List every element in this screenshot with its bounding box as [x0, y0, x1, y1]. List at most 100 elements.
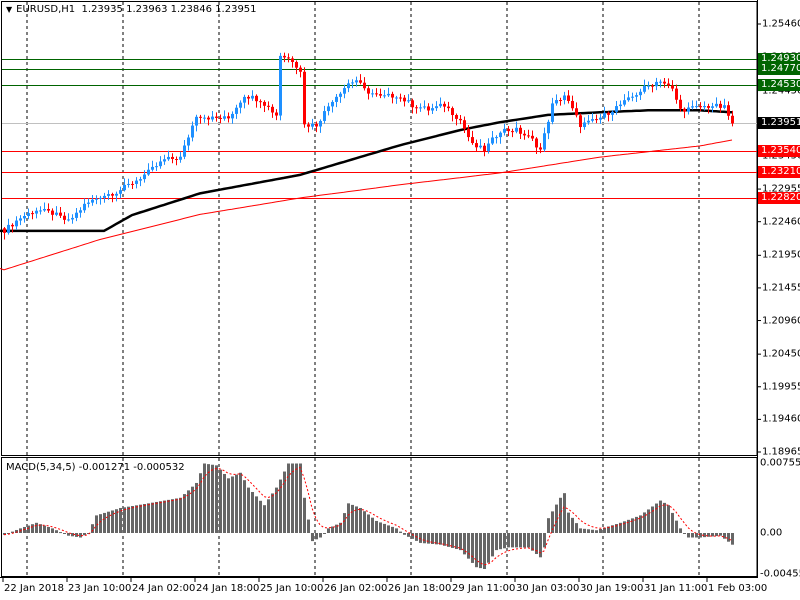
- time-axis-label: 1 Feb 03:00: [708, 583, 768, 594]
- macd-histogram-bar: [591, 529, 594, 533]
- dropdown-arrow-icon[interactable]: ▼: [6, 5, 12, 14]
- candle-bear: [667, 83, 670, 86]
- candle-bear: [31, 213, 34, 215]
- macd-histogram-bar: [103, 512, 106, 533]
- candle-bear: [535, 138, 538, 148]
- candle-bear: [571, 100, 574, 109]
- candle-bull: [279, 55, 282, 116]
- macd-histogram-bar: [519, 533, 522, 548]
- candle-bull: [211, 116, 214, 120]
- candle-bear: [411, 100, 414, 108]
- macd-histogram-bar: [155, 501, 158, 533]
- time-axis-label: 24 Jan 02:00: [132, 583, 196, 594]
- candle-bull: [491, 137, 494, 144]
- candle-bull: [339, 93, 342, 97]
- level-price-box-support: 1.23540: [758, 144, 800, 157]
- macd-histogram-bar: [663, 502, 666, 533]
- candle-bear: [483, 145, 486, 152]
- price-chart[interactable]: [0, 0, 800, 600]
- macd-histogram-bar: [375, 520, 378, 533]
- time-axis-label: 22 Jan 2018: [4, 583, 64, 594]
- macd-histogram-bar: [267, 499, 270, 533]
- candle-bear: [299, 67, 302, 72]
- macd-histogram-bar: [571, 517, 574, 533]
- macd-histogram-bar: [719, 533, 722, 536]
- candle-bear: [287, 57, 290, 59]
- macd-histogram-bar: [531, 533, 534, 551]
- macd-histogram-bar: [143, 504, 146, 533]
- candle-bull: [635, 95, 638, 97]
- macd-histogram-bar: [319, 533, 322, 538]
- macd-signal-value: -0.000532: [133, 462, 185, 473]
- macd-histogram-bar: [563, 493, 566, 533]
- candle-bear: [375, 93, 378, 95]
- macd-histogram-bar: [303, 497, 306, 533]
- macd-histogram-bar: [63, 533, 66, 534]
- macd-histogram-bar: [55, 530, 58, 533]
- candle-bull: [115, 193, 118, 196]
- macd-histogram-bar: [135, 505, 138, 533]
- macd-axis-label: 0.007554: [760, 457, 800, 469]
- level-price-box-resistance: 1.24770: [758, 63, 800, 76]
- candle-bull: [107, 194, 110, 196]
- macd-histogram-bar: [687, 533, 690, 538]
- macd-histogram-bar: [487, 533, 490, 563]
- price-axis-label: 1.18965: [762, 446, 800, 458]
- macd-histogram-bar: [127, 506, 130, 533]
- candle-bull: [167, 156, 170, 160]
- macd-histogram-bar: [51, 528, 54, 533]
- candle-bull: [563, 95, 566, 101]
- level-price-box-support: 1.23210: [758, 166, 800, 179]
- time-axis-label: 24 Jan 18:00: [196, 583, 260, 594]
- candle-bear: [51, 210, 54, 215]
- macd-histogram-bar: [27, 525, 30, 533]
- candle-bull: [439, 103, 442, 107]
- level-price-box-resistance: 1.24530: [758, 79, 800, 92]
- candle-bear: [275, 112, 278, 116]
- candle-bear: [175, 159, 178, 161]
- macd-histogram-bar: [595, 530, 598, 533]
- candle-bull: [383, 95, 386, 97]
- macd-histogram-bar: [123, 507, 126, 533]
- candle-bear: [567, 95, 570, 101]
- macd-histogram-bar: [475, 533, 478, 568]
- macd-histogram-bar: [295, 463, 298, 533]
- candle-bear: [427, 106, 430, 111]
- candle-bear: [227, 116, 230, 119]
- candle-bull: [103, 195, 106, 198]
- macd-histogram-bar: [183, 494, 186, 533]
- candle-bear: [463, 120, 466, 129]
- macd-histogram-bar: [659, 500, 662, 533]
- candle-bear: [607, 112, 610, 115]
- macd-histogram-bar: [359, 507, 362, 533]
- candle-bear: [579, 115, 582, 128]
- candle-bear: [595, 119, 598, 121]
- macd-histogram-bar: [579, 528, 582, 533]
- candle-bear: [415, 107, 418, 109]
- macd-histogram-bar: [247, 487, 250, 533]
- candle-bull: [387, 93, 390, 96]
- candle-bull: [639, 91, 642, 96]
- macd-histogram-bar: [175, 498, 178, 533]
- macd-histogram-bar: [667, 505, 670, 533]
- macd-histogram-bar: [211, 464, 214, 533]
- mt4-chart-window[interactable]: ▼ EURUSD,H1 1.23935 1.23963 1.23846 1.239…: [0, 0, 800, 600]
- candle-bear: [447, 106, 450, 109]
- macd-histogram-bar: [207, 464, 210, 533]
- macd-histogram-bar: [47, 526, 50, 533]
- candle-bear: [259, 101, 262, 103]
- macd-histogram-bar: [119, 507, 122, 533]
- candle-bull: [407, 100, 410, 102]
- macd-histogram-bar: [515, 533, 518, 548]
- macd-histogram-bar: [483, 533, 486, 570]
- candle-bull: [435, 106, 438, 109]
- macd-histogram-bar: [403, 533, 406, 535]
- macd-histogram-bar: [391, 526, 394, 533]
- candle-bear: [663, 81, 666, 84]
- macd-histogram-bar: [387, 525, 390, 533]
- macd-histogram-bar: [115, 509, 118, 533]
- candle-bear: [315, 123, 318, 127]
- macd-histogram-bar: [275, 487, 278, 533]
- candle-bear: [527, 135, 530, 137]
- candle-bull: [623, 100, 626, 105]
